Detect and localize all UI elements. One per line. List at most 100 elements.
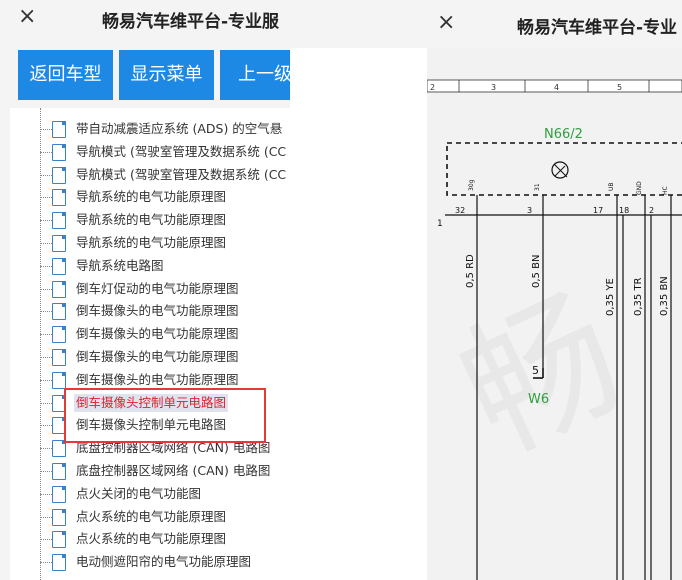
wire-label: 0,35 BN (659, 276, 670, 316)
right-panel: × 畅易汽车维平台-专业 2 3 4 5 畅 N66/2 1 32 3 17 1… (290, 0, 682, 580)
tree-item[interactable]: 点火系统的电气功能原理图 (40, 528, 290, 550)
tree-item-label: 点火系统的电气功能原理图 (76, 508, 227, 524)
document-icon (52, 349, 66, 366)
document-icon (52, 257, 66, 275)
tree-item[interactable]: 电动侧遮阳帘的电气功能原理图 (40, 551, 290, 573)
close-icon[interactable]: × (437, 12, 455, 34)
pin-signal: GND (636, 181, 643, 195)
tree-item-label: 倒车摄像头的电气功能原理图 (76, 349, 239, 364)
tree-branch (40, 151, 52, 153)
page-title: 畅易汽车维平台-专业服 (102, 12, 280, 32)
document-icon (52, 463, 66, 480)
left-panel: × 畅易汽车维平台-专业服 返回车型 显示菜单 上一级 带自动减震适应系统 (A… (0, 0, 290, 580)
tree-item-label: 带自动减震适应系统 (ADS) 的空气悬 (76, 121, 283, 136)
up-level-button[interactable]: 上一级 (220, 50, 290, 100)
document-icon (52, 508, 66, 526)
tree-branch (40, 220, 52, 222)
document-icon (52, 485, 66, 503)
tree-item-label: 电动侧遮阳帘的电气功能原理图 (76, 554, 252, 570)
document-icon (52, 303, 66, 321)
left-header: × 畅易汽车维平台-专业服 (0, 0, 290, 42)
tree-item-label: 倒车灯促动的电气功能原理图 (76, 280, 239, 296)
document-icon (52, 212, 66, 230)
document-icon (52, 371, 66, 389)
tree-item[interactable]: 倒车灯促动的电气功能原理图 (40, 278, 290, 300)
highlight-box (64, 388, 266, 443)
tree-item[interactable]: 点火系统的电气功能原理图 (40, 506, 290, 528)
pin-signal: 30g (468, 179, 475, 191)
tree-item[interactable]: 导航系统的电气功能原理图 (40, 209, 290, 231)
tree-item-label: 倒车摄像头的电气功能原理图 (76, 303, 239, 319)
right-header: × 畅易汽车维平台-专业 (290, 0, 682, 48)
document-tree: 带自动减震适应系统 (ADS) 的空气悬 导航模式 (驾驶室管理及数据系统 (CC… (10, 108, 290, 580)
tree-item-label: 导航系统的电气功能原理图 (76, 189, 227, 205)
document-icon (52, 189, 66, 207)
tree-item[interactable]: 倒车摄像头的电气功能原理图 (40, 346, 290, 368)
ground-pin: 5 (532, 364, 539, 377)
tree-branch (40, 471, 52, 472)
tree-item-label: 倒车摄像头的电气功能原理图 (76, 371, 239, 387)
tree-item[interactable]: 导航模式 (驾驶室管理及数据系统 (CC (40, 164, 290, 186)
wire-label: 0,5 RD (465, 254, 476, 288)
tree-branch (40, 539, 52, 541)
tree-branch (40, 288, 52, 290)
tree-item[interactable]: 导航系统的电气功能原理图 (40, 232, 290, 254)
tree-branch (40, 448, 52, 450)
wire-label: 0,5 BN (531, 255, 542, 288)
pin-number: 17 (593, 206, 603, 215)
tree-branch (40, 129, 52, 130)
tree-item-label: 底盘控制器区域网络 (CAN) 电路图 (76, 463, 271, 478)
row-marker: 1 (437, 219, 443, 229)
tree-item[interactable]: 导航模式 (驾驶室管理及数据系统 (CC (40, 141, 290, 163)
tree-item[interactable]: 底盘控制器区域网络 (CAN) 电路图 (40, 460, 290, 482)
ruler-number: 2 (430, 83, 435, 92)
tree-item-label: 导航系统的电气功能原理图 (76, 235, 227, 250)
document-icon (52, 121, 66, 138)
tree-item-label: 导航模式 (驾驶室管理及数据系统 (CC (76, 166, 287, 182)
tree-branch (40, 379, 52, 381)
tree-item[interactable]: 倒车摄像头的电气功能原理图 (40, 300, 290, 322)
tree-item[interactable]: 带自动减震适应系统 (ADS) 的空气悬 (40, 118, 290, 140)
tree-item[interactable]: 导航系统电路图 (40, 255, 290, 277)
sensor-icon (554, 165, 566, 177)
tree-item-label: 点火关闭的电气功能图 (76, 485, 202, 501)
tree-item[interactable]: 点火关闭的电气功能图 (40, 483, 290, 505)
tree-branch (40, 197, 52, 199)
tree-branch (40, 334, 52, 336)
page-title: 畅易汽车维平台-专业 (517, 18, 678, 38)
document-icon (52, 280, 66, 298)
tree-item-label: 倒车摄像头的电气功能原理图 (76, 326, 239, 342)
document-icon (52, 235, 66, 252)
document-icon (52, 166, 66, 184)
pin-number: 2 (649, 206, 654, 215)
wire-label: 0,35 TR (633, 277, 644, 316)
tree-item-label: 导航系统的电气功能原理图 (76, 212, 227, 228)
show-menu-button[interactable]: 显示菜单 (119, 50, 214, 100)
tree-branch (40, 265, 52, 267)
wiring-diagram[interactable]: 2 3 4 5 畅 N66/2 1 32 3 17 18 2 30g 31 UB… (427, 48, 682, 580)
ruler-number: 4 (554, 83, 559, 92)
tree-branch (40, 357, 52, 358)
component-label: N66/2 (544, 127, 583, 142)
tree-branch (40, 493, 52, 495)
back-to-model-button[interactable]: 返回车型 (18, 50, 113, 100)
wire-label: 0,35 YE (605, 278, 616, 316)
tree-branch (40, 402, 52, 404)
pin-number: 32 (455, 206, 465, 215)
tree-item[interactable]: 导航系统的电气功能原理图 (40, 186, 290, 208)
tree-branch (40, 243, 52, 244)
pin-number: 3 (527, 206, 532, 215)
tree-item-label: 导航系统电路图 (76, 257, 164, 273)
tree-item[interactable]: 倒车摄像头的电气功能原理图 (40, 323, 290, 345)
tree-item-label: 导航模式 (驾驶室管理及数据系统 (CC (76, 143, 287, 159)
document-icon (52, 143, 66, 161)
component-box (446, 142, 682, 196)
pin-signal: HC (662, 186, 669, 195)
document-icon (52, 326, 66, 344)
tree-branch (40, 562, 52, 564)
ground-label: W6 (528, 392, 549, 407)
close-icon[interactable]: × (18, 6, 36, 28)
document-icon (52, 531, 66, 549)
tree-branch (40, 425, 52, 427)
tree-branch (40, 311, 52, 313)
